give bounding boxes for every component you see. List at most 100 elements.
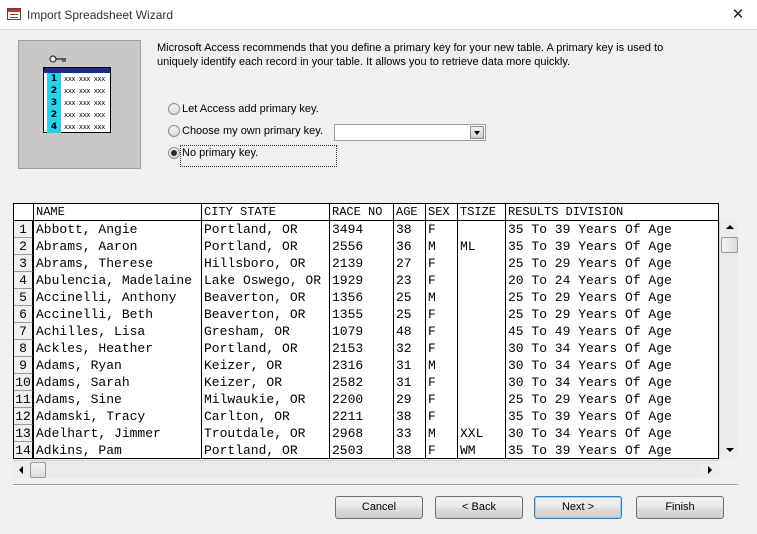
grid-cell: F <box>428 341 436 356</box>
grid-cell: Beaverton, OR <box>204 307 306 322</box>
vertical-scrollbar[interactable] <box>719 219 738 459</box>
scroll-thumb[interactable] <box>30 462 46 478</box>
row-number[interactable]: 14 <box>14 442 33 458</box>
grid-cell: F <box>428 273 436 288</box>
row-number[interactable]: 11 <box>14 391 33 408</box>
grid-cell: 1929 <box>332 273 364 288</box>
grid-cell: 25 <box>396 290 412 305</box>
grid-cell <box>458 306 505 323</box>
grid-cell: 1356 <box>332 290 364 305</box>
grid-cell <box>458 255 505 272</box>
row-number[interactable]: 1 <box>14 221 33 238</box>
next-button[interactable]: Next > <box>534 496 622 519</box>
column-header[interactable]: SEX <box>426 204 457 221</box>
column-header[interactable]: TSIZE <box>458 204 505 221</box>
grid-cell <box>458 357 505 374</box>
row-number[interactable]: 7 <box>14 323 33 340</box>
chevron-down-icon[interactable] <box>470 126 484 139</box>
grid-cell: Abbott, Angie <box>36 222 138 237</box>
grid-cell: Adamski, Tracy <box>36 409 146 424</box>
mini-row-number: 1 <box>47 73 61 85</box>
row-number[interactable]: 5 <box>14 289 33 306</box>
row-number[interactable]: 9 <box>14 357 33 374</box>
grid-cell: Portland, OR <box>204 239 298 254</box>
grid-cell: 36 <box>396 239 412 254</box>
grid-cell: F <box>428 222 436 237</box>
grid-cell: Adkins, Pam <box>36 443 122 458</box>
row-number[interactable]: 8 <box>14 340 33 357</box>
option-label: Let Access add primary key. <box>182 103 319 115</box>
radio-no-key[interactable] <box>168 147 180 159</box>
column-header[interactable]: RESULTS DIVISION <box>506 204 718 221</box>
grid-cell: 2200 <box>332 392 364 407</box>
mini-table-icon: 1 xxx xxx xxx 2 xxx xxx xxx 3 xxx xxx xxx 2… <box>43 67 111 133</box>
grid-cell: 38 <box>396 409 412 424</box>
grid-cell <box>458 289 505 306</box>
grid-cell: 2582 <box>332 375 364 390</box>
row-number[interactable]: 13 <box>14 425 33 442</box>
grid-cell <box>458 374 505 391</box>
back-button[interactable]: < Back <box>435 496 523 519</box>
column-header[interactable]: NAME <box>34 204 201 221</box>
grid-cell: Keizer, OR <box>204 358 283 373</box>
grid-cell: M <box>428 290 436 305</box>
horizontal-scrollbar[interactable] <box>13 460 719 478</box>
grid-cell: 30 To 34 Years Of Age <box>508 375 672 390</box>
arrow-up-icon <box>726 225 734 229</box>
grid-cell: F <box>428 443 436 458</box>
primary-key-field-combo[interactable] <box>334 124 486 141</box>
grid-cell: M <box>428 426 436 441</box>
grid-cell: 30 To 34 Years Of Age <box>508 358 672 373</box>
option-choose-own[interactable]: Choose my own primary key. <box>168 123 323 139</box>
column-header[interactable]: AGE <box>394 204 425 221</box>
row-number[interactable]: 10 <box>14 374 33 391</box>
scroll-left-button[interactable] <box>13 461 30 478</box>
row-number[interactable]: 6 <box>14 306 33 323</box>
radio-let-access[interactable] <box>168 103 180 115</box>
cancel-button[interactable]: Cancel <box>335 496 423 519</box>
row-number[interactable]: 3 <box>14 255 33 272</box>
window-title: Import Spreadsheet Wizard <box>27 8 174 22</box>
grid-cell: Portland, OR <box>204 222 298 237</box>
scroll-right-button[interactable] <box>701 461 718 478</box>
grid-cell: Troutdale, OR <box>204 426 306 441</box>
column-header[interactable]: CITY STATE <box>202 204 329 221</box>
grid-cell: 2503 <box>332 443 364 458</box>
option-let-access[interactable]: Let Access add primary key. <box>168 101 319 117</box>
scroll-thumb[interactable] <box>721 237 738 253</box>
grid-cell: 35 To 39 Years Of Age <box>508 239 672 254</box>
grid-cell: 48 <box>396 324 412 339</box>
grid-cell: 31 <box>396 358 412 373</box>
row-number[interactable]: 4 <box>14 272 33 289</box>
scroll-up-button[interactable] <box>721 219 738 236</box>
mini-row-cells: xxx xxx xxx <box>64 123 105 131</box>
mini-row-number: 2 <box>47 109 61 121</box>
grid-header: NAME CITY STATE RACE NO AGE SEX TSIZE RE… <box>14 204 718 221</box>
column-header[interactable]: RACE NO <box>330 204 393 221</box>
grid-cell: 35 To 39 Years Of Age <box>508 222 672 237</box>
app-icon <box>7 8 21 20</box>
grid-cell <box>458 221 505 238</box>
grid-cell: Accinelli, Beth <box>36 307 154 322</box>
focus-rectangle <box>180 145 337 167</box>
scroll-down-button[interactable] <box>721 442 738 459</box>
radio-choose-own[interactable] <box>168 125 180 137</box>
row-number[interactable]: 2 <box>14 238 33 255</box>
grid-cell: 38 <box>396 222 412 237</box>
grid-cell: Adams, Sine <box>36 392 122 407</box>
grid-cell: F <box>428 409 436 424</box>
finish-button[interactable]: Finish <box>636 496 724 519</box>
grid-cell: 33 <box>396 426 412 441</box>
grid-cell: Adams, Ryan <box>36 358 122 373</box>
close-button[interactable]: ✕ <box>727 6 749 24</box>
grid-cell: Carlton, OR <box>204 409 290 424</box>
mini-row-cells: xxx xxx xxx <box>64 111 105 119</box>
grid-cell: F <box>428 375 436 390</box>
grid-cell: 38 <box>396 443 412 458</box>
arrow-left-icon <box>19 466 23 474</box>
grid-cell: 20 To 24 Years Of Age <box>508 273 672 288</box>
row-number[interactable]: 12 <box>14 408 33 425</box>
mini-row-number: 3 <box>47 97 61 109</box>
data-preview-grid: NAME CITY STATE RACE NO AGE SEX TSIZE RE… <box>13 203 719 459</box>
grid-cell: XXL <box>460 426 484 441</box>
